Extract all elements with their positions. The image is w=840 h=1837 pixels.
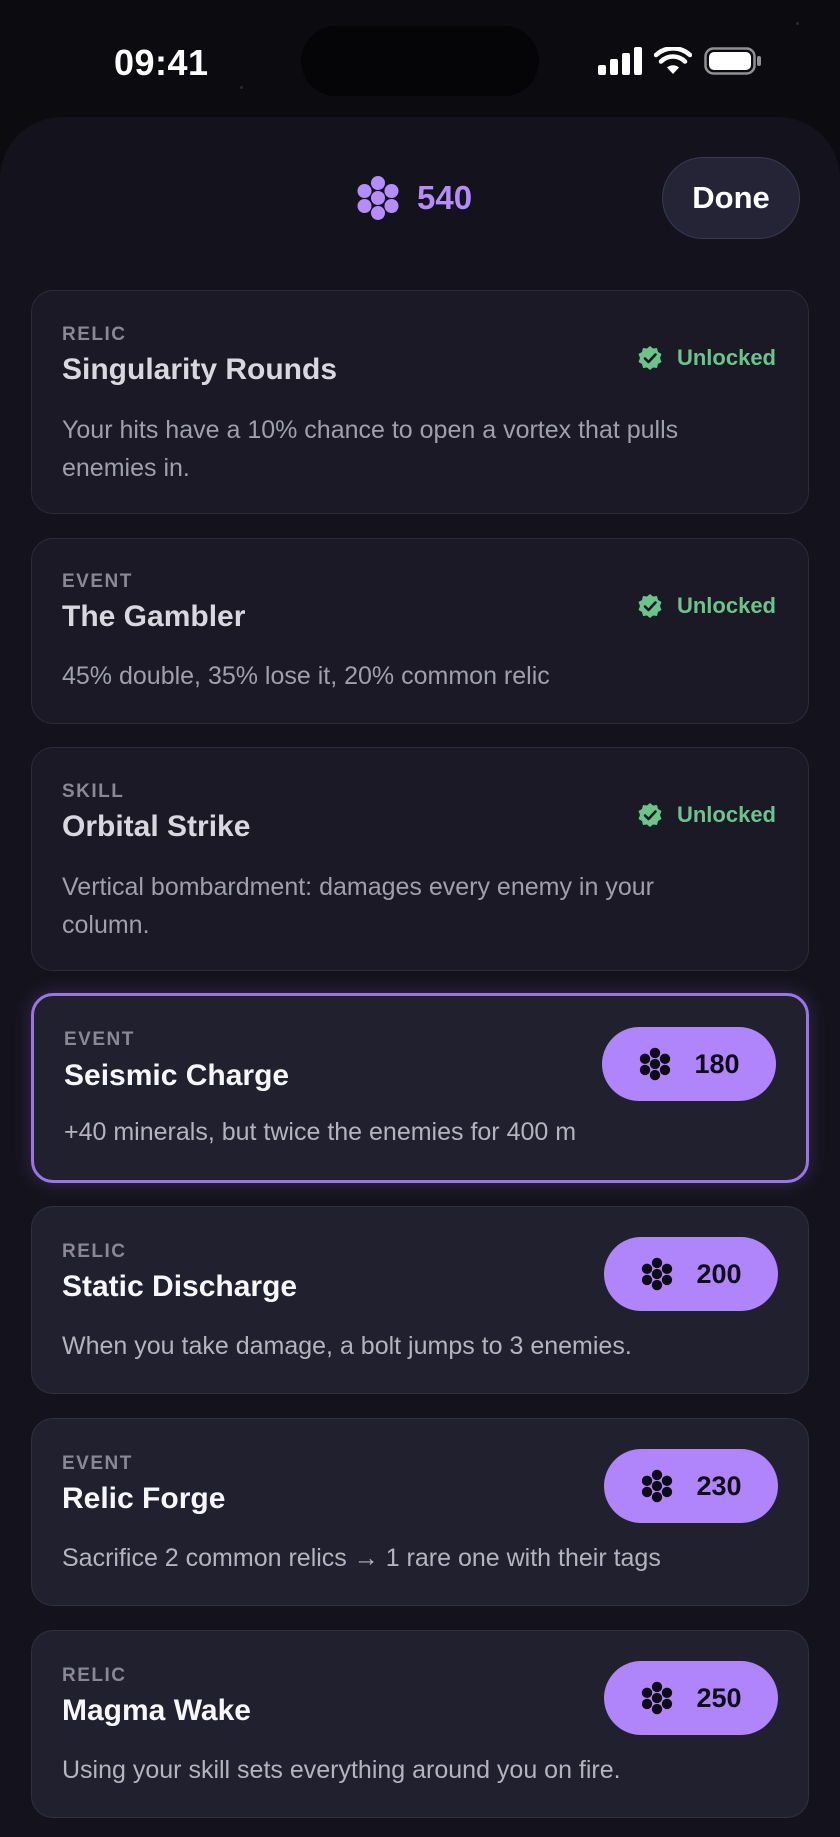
status-label: Unlocked: [676, 593, 776, 618]
item-title: Singularity Rounds: [62, 353, 338, 386]
shop-item-seismic-charge[interactable]: EVENT Seismic Charge 180 +40 minerals, b…: [31, 993, 809, 1183]
buy-button[interactable]: 250: [604, 1661, 778, 1735]
verified-check-icon: [638, 803, 662, 827]
item-title: The Gambler: [62, 600, 246, 633]
item-category: RELIC: [62, 324, 127, 345]
buy-button[interactable]: 200: [604, 1237, 778, 1311]
shop-item-magma-wake[interactable]: RELIC Magma Wake 250 Using your skill se…: [31, 1630, 809, 1818]
item-title: Relic Forge: [62, 1482, 226, 1515]
status-bar: 09:41: [0, 0, 840, 120]
item-title: Orbital Strike: [62, 810, 251, 843]
item-description: Sacrifice 2 common relics → 1 rare one w…: [62, 1544, 661, 1572]
item-category: EVENT: [62, 571, 133, 592]
item-category: RELIC: [62, 1665, 127, 1686]
price-label: 200: [696, 1258, 742, 1289]
status-time: 09:41: [114, 42, 209, 83]
buy-button[interactable]: 230: [604, 1449, 778, 1523]
mineral-icon: [640, 1047, 671, 1081]
item-category: SKILL: [62, 781, 125, 802]
mineral-icon: [642, 1257, 673, 1291]
shop-item-relic-forge[interactable]: EVENT Relic Forge 230 Sacrifice 2 common…: [31, 1418, 809, 1606]
battery-icon: [704, 47, 761, 75]
item-title: Magma Wake: [62, 1694, 251, 1727]
decorative-star: [796, 22, 799, 25]
price-label: 180: [694, 1048, 740, 1079]
status-label: Unlocked: [676, 802, 776, 827]
item-category: EVENT: [64, 1029, 135, 1050]
price-label: 230: [696, 1470, 742, 1501]
dynamic-island: [301, 26, 539, 96]
verified-check-icon: [638, 594, 662, 618]
mineral-icon: [642, 1681, 673, 1715]
shop-item-the-gambler[interactable]: EVENT The Gambler Unlocked 45% double, 3…: [31, 538, 809, 724]
status-icons: [598, 46, 762, 76]
shop-item-singularity-rounds[interactable]: RELIC Singularity Rounds Unlocked Your h…: [31, 290, 809, 514]
item-description: Using your skill sets everything around …: [62, 1756, 621, 1784]
item-description: Vertical bombardment: damages every enem…: [62, 873, 654, 939]
item-category: RELIC: [62, 1241, 127, 1262]
signal-icon: [598, 47, 642, 75]
coin-count: 540: [417, 179, 473, 216]
decorative-star: [240, 86, 243, 89]
item-description: Your hits have a 10% chance to open a vo…: [62, 416, 679, 482]
mineral-icon: [642, 1469, 673, 1503]
item-description: 45% double, 35% lose it, 20% common reli…: [62, 662, 550, 690]
item-description: +40 minerals, but twice the enemies for …: [64, 1118, 577, 1146]
status-label: Unlocked: [676, 345, 776, 370]
price-label: 250: [696, 1682, 742, 1713]
coin-balance: 540: [355, 175, 472, 221]
item-title: Static Discharge: [62, 1270, 298, 1303]
unlocked-badge: Unlocked: [637, 802, 776, 828]
shop-item-orbital-strike[interactable]: SKILL Orbital Strike Unlocked Vertical b…: [31, 747, 809, 971]
mineral-icon: [357, 176, 399, 220]
verified-check-icon: [638, 346, 662, 370]
unlocked-badge: Unlocked: [637, 345, 776, 371]
item-category: EVENT: [62, 1453, 133, 1474]
buy-button[interactable]: 180: [602, 1027, 776, 1101]
item-title: Seismic Charge: [64, 1059, 290, 1092]
wifi-icon: [654, 47, 692, 74]
unlocked-badge: Unlocked: [637, 593, 776, 619]
shop-item-static-discharge[interactable]: RELIC Static Discharge 200 When you take…: [31, 1206, 809, 1394]
item-description: When you take damage, a bolt jumps to 3 …: [62, 1332, 632, 1360]
done-button[interactable]: Done: [662, 157, 800, 239]
